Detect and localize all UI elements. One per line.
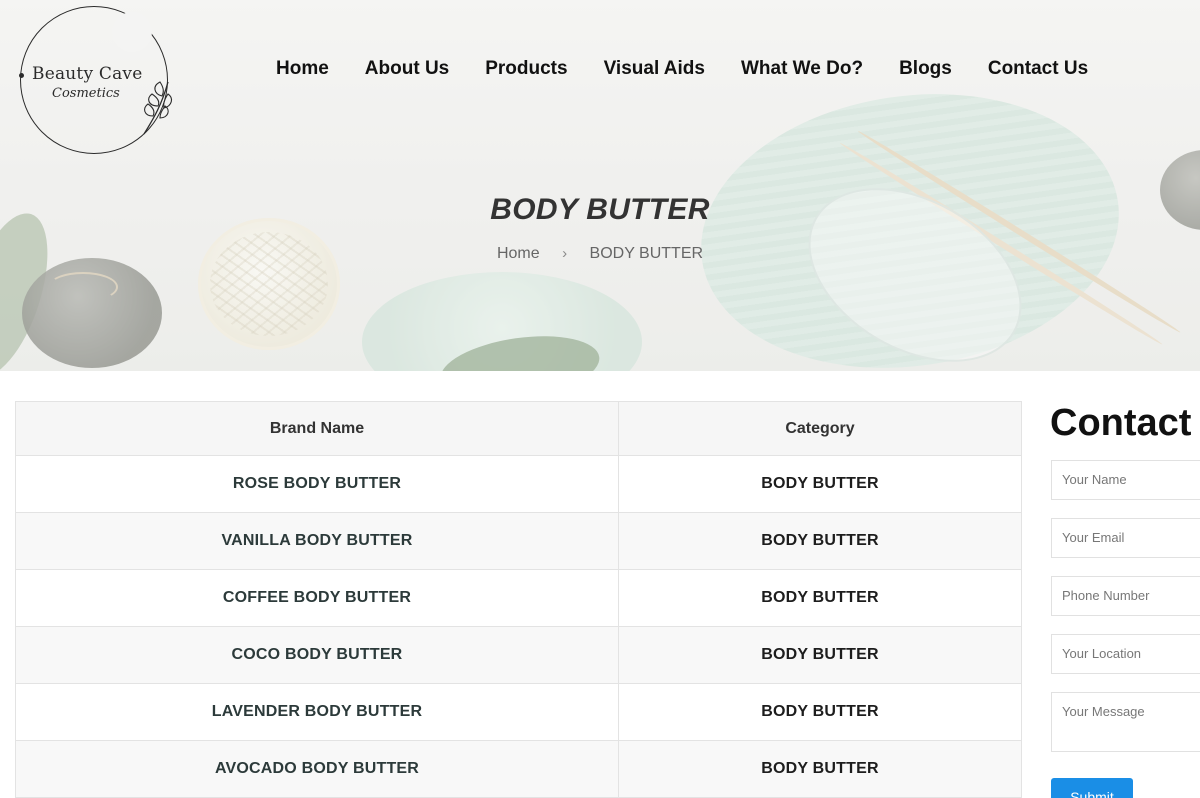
brand-name-cell: VANILLA BODY BUTTER bbox=[15, 512, 619, 570]
breadcrumb-home[interactable]: Home bbox=[497, 245, 540, 263]
location-field[interactable]: Your Location bbox=[1051, 634, 1200, 674]
nav-products[interactable]: Products bbox=[467, 56, 585, 82]
product-table: Brand Name Category ROSE BODY BUTTER BOD… bbox=[15, 401, 1022, 798]
submit-button[interactable]: Submit bbox=[1051, 778, 1133, 798]
category-cell: BODY BUTTER bbox=[618, 626, 1022, 684]
header-category: Category bbox=[618, 401, 1022, 456]
leaf-icon bbox=[143, 81, 173, 135]
nav-home[interactable]: Home bbox=[258, 56, 347, 82]
breadcrumb: Home › BODY BUTTER bbox=[0, 245, 1200, 263]
phone-field[interactable]: Phone Number bbox=[1051, 576, 1200, 616]
category-cell: BODY BUTTER bbox=[618, 569, 1022, 627]
logo-dot bbox=[19, 73, 24, 78]
category-cell: BODY BUTTER bbox=[618, 740, 1022, 798]
email-field[interactable]: Your Email bbox=[1051, 518, 1200, 558]
category-cell: BODY BUTTER bbox=[618, 455, 1022, 513]
table-row: COFFEE BODY BUTTER BODY BUTTER bbox=[15, 569, 1022, 627]
nav-visual-aids[interactable]: Visual Aids bbox=[586, 56, 723, 82]
category-cell: BODY BUTTER bbox=[618, 512, 1022, 570]
table-row: LAVENDER BODY BUTTER BODY BUTTER bbox=[15, 683, 1022, 741]
name-field[interactable]: Your Name bbox=[1051, 460, 1200, 500]
table-row: ROSE BODY BUTTER BODY BUTTER bbox=[15, 455, 1022, 513]
contact-title: Contact us bbox=[1050, 402, 1200, 444]
table-row: AVOCADO BODY BUTTER BODY BUTTER bbox=[15, 740, 1022, 798]
logo-title: Beauty Cave bbox=[32, 64, 143, 84]
category-cell: BODY BUTTER bbox=[618, 683, 1022, 741]
hero-banner: Beauty Cave Cosmetics Home About Us Prod… bbox=[0, 0, 1200, 371]
breadcrumb-separator-icon: › bbox=[562, 245, 568, 262]
message-field[interactable]: Your Message bbox=[1051, 692, 1200, 752]
table-header-row: Brand Name Category bbox=[15, 401, 1022, 456]
page-title: BODY BUTTER bbox=[490, 193, 710, 226]
header-brand-name: Brand Name bbox=[15, 401, 619, 456]
brand-name-cell: COFFEE BODY BUTTER bbox=[15, 569, 619, 627]
main-nav: Home About Us Products Visual Aids What … bbox=[258, 56, 1106, 82]
product-table-container: Brand Name Category ROSE BODY BUTTER BOD… bbox=[15, 401, 1022, 798]
nav-about-us[interactable]: About Us bbox=[347, 56, 467, 82]
logo-subtitle: Cosmetics bbox=[52, 86, 120, 101]
logo-circle-gap bbox=[112, 12, 152, 52]
brand-name-cell: AVOCADO BODY BUTTER bbox=[15, 740, 619, 798]
breadcrumb-current: BODY BUTTER bbox=[589, 245, 704, 262]
brand-name-cell: ROSE BODY BUTTER bbox=[15, 455, 619, 513]
nav-contact-us[interactable]: Contact Us bbox=[970, 56, 1106, 82]
nav-what-we-do[interactable]: What We Do? bbox=[723, 56, 881, 82]
table-row: COCO BODY BUTTER BODY BUTTER bbox=[15, 626, 1022, 684]
nav-blogs[interactable]: Blogs bbox=[881, 56, 970, 82]
brand-name-cell: LAVENDER BODY BUTTER bbox=[15, 683, 619, 741]
table-row: VANILLA BODY BUTTER BODY BUTTER bbox=[15, 512, 1022, 570]
brand-name-cell: COCO BODY BUTTER bbox=[15, 626, 619, 684]
contact-form: Contact us Your Name Your Email Phone Nu… bbox=[1050, 400, 1200, 798]
